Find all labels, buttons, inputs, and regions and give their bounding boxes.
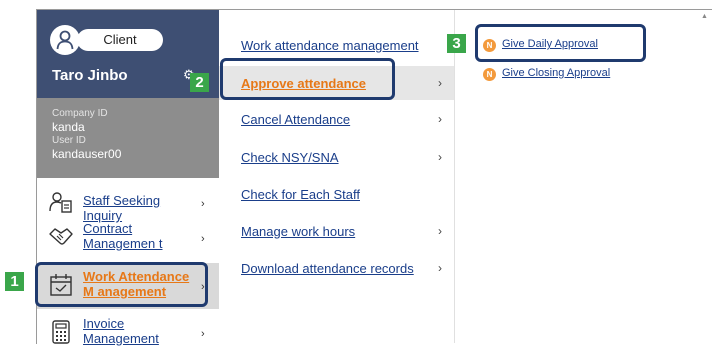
menu-item-label: Manage work hours: [241, 224, 356, 239]
sidebar-item-label: Invoice Management: [83, 316, 159, 346]
chevron-right-icon: ›: [201, 233, 205, 245]
chevron-right-icon: ›: [438, 76, 442, 90]
chevron-right-icon: ›: [438, 112, 442, 126]
menu-item-download-attendance-records[interactable]: Download attendance records ›: [219, 251, 454, 285]
company-id-value: kanda: [52, 120, 85, 134]
company-id-label: Company ID: [52, 108, 108, 119]
callout-highlight-2: [220, 58, 395, 100]
menu-item-check-nsy-sna[interactable]: Check NSY/SNA ›: [219, 140, 454, 174]
callout-highlight-3: [475, 24, 646, 62]
step-1-marker: 1: [5, 272, 24, 291]
chevron-right-icon: ›: [201, 328, 205, 340]
menu-item-check-for-each-staff[interactable]: Check for Each Staff: [219, 177, 454, 211]
user-name: Taro Jinbo: [52, 67, 128, 84]
user-id-label: User ID: [52, 135, 86, 146]
chevron-right-icon: ›: [438, 150, 442, 164]
chevron-right-icon: ›: [438, 224, 442, 238]
sidebar-item-contract-management[interactable]: Contract Managemen t ›: [37, 215, 219, 261]
user-id-value: kandauser00: [52, 147, 122, 161]
menu-item-label: Cancel Attendance: [241, 112, 351, 127]
chevron-right-icon: ›: [438, 261, 442, 275]
calculator-icon: [52, 320, 70, 344]
sidebar-item-invoice-management[interactable]: Invoice Management ›: [37, 310, 219, 356]
user-icon: [56, 30, 74, 50]
menu-item-label: Work attendance management: [241, 38, 419, 53]
role-badge: Client: [77, 29, 163, 51]
new-badge-icon: N: [483, 68, 496, 81]
menu-item-cancel-attendance[interactable]: Cancel Attendance ›: [219, 102, 454, 136]
step-3-marker: 3: [447, 34, 466, 53]
avatar[interactable]: [50, 25, 80, 55]
person-document-icon: [49, 192, 72, 213]
menu-item-label: Check NSY/SNA: [241, 150, 339, 165]
subitem-label: Give Closing Approval: [502, 67, 611, 79]
user-panel: Client Taro Jinbo ⚙ 2: [37, 10, 219, 98]
handshake-icon: [49, 228, 73, 245]
callout-highlight-1: [35, 262, 208, 307]
menu-item-label: Download attendance records: [241, 261, 414, 276]
sidebar-item-label: Contract Managemen t: [83, 221, 163, 251]
scroll-up-arrow-icon[interactable]: ▲: [701, 13, 708, 20]
step-2-marker: 2: [190, 73, 209, 92]
menu-item-label: Check for Each Staff: [241, 187, 360, 202]
menu-item-work-attendance-management[interactable]: Work attendance management: [219, 28, 454, 62]
chevron-right-icon: ›: [201, 198, 205, 210]
menu-item-manage-work-hours[interactable]: Manage work hours ›: [219, 214, 454, 248]
id-panel: Company ID kanda User ID kandauser00: [37, 98, 219, 178]
